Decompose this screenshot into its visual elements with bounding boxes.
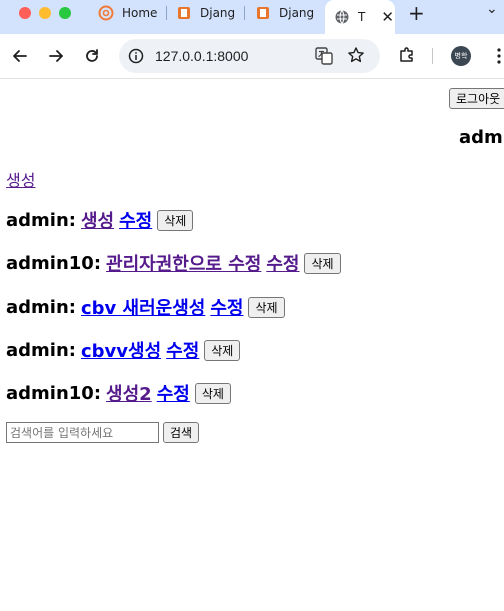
url-text: 127.0.0.1:8000 (155, 48, 249, 64)
tab-separator (244, 6, 245, 20)
post-edit-link[interactable]: 수정 (157, 380, 190, 406)
tab-separator (166, 6, 167, 20)
post-title-link[interactable]: cbv 새러운생성 (81, 294, 205, 320)
username-heading: admin (459, 127, 504, 148)
logout-button[interactable]: 로그아웃 (449, 88, 504, 109)
post-row: admin: cbvv생성 수정 삭제 (6, 337, 241, 363)
tab-home[interactable]: Home (98, 0, 160, 26)
swirl-favicon-icon (98, 5, 114, 21)
toolbar-separator (432, 48, 433, 64)
post-title-link[interactable]: cbvv생성 (81, 337, 161, 363)
post-edit-link[interactable]: 수정 (266, 250, 299, 276)
post-author: admin10: (6, 252, 102, 274)
tab-active[interactable]: T ✕ (325, 0, 395, 34)
post-edit-link[interactable]: 수정 (210, 294, 243, 320)
post-delete-button[interactable]: 삭제 (304, 252, 341, 274)
post-delete-button[interactable]: 삭제 (157, 209, 194, 231)
globe-favicon-icon (335, 10, 349, 24)
reload-icon[interactable] (82, 46, 102, 66)
tab-label: Home (122, 6, 158, 20)
close-tab-icon[interactable]: ✕ (381, 8, 394, 26)
post-edit-link[interactable]: 수정 (166, 337, 199, 363)
create-link[interactable]: 생성 (6, 167, 35, 191)
post-row: admin: 생성 수정 삭제 (6, 207, 194, 233)
minimize-window-button[interactable] (39, 7, 51, 19)
close-window-button[interactable] (19, 7, 31, 19)
tab-label: T (358, 10, 366, 24)
tab-label: Djang (200, 6, 236, 20)
post-edit-link[interactable]: 수정 (119, 207, 152, 233)
post-author: admin: (6, 339, 76, 361)
tab-django-2[interactable]: Djang (255, 0, 317, 26)
book-favicon-icon (178, 7, 190, 19)
extensions-puzzle-icon[interactable] (398, 46, 416, 64)
new-tab-icon[interactable]: + (408, 1, 425, 25)
search-form: 검색 (6, 422, 200, 443)
search-button[interactable]: 검색 (163, 422, 200, 443)
tab-label: Djang (279, 6, 315, 20)
browser-toolbar: 127.0.0.1:8000 (0, 34, 504, 79)
profile-label: 병학 (454, 52, 468, 60)
search-input[interactable] (6, 422, 159, 443)
tab-django-1[interactable]: Djang (176, 0, 238, 26)
page-content: 로그아웃 admin 생성 admin: 생성 수정 삭제 admin10: 관… (0, 80, 504, 611)
post-delete-button[interactable]: 삭제 (194, 382, 231, 404)
bookmark-star-icon[interactable] (347, 46, 365, 64)
post-author: admin10: (6, 382, 102, 404)
post-title-link[interactable]: 관리자권한으로 수정 (106, 250, 261, 276)
post-author: admin: (6, 296, 76, 318)
book-favicon-icon (257, 7, 269, 19)
tab-strip: Home Djang Djang T ✕ + ⌄ (0, 0, 504, 34)
forward-arrow-icon[interactable] (46, 46, 66, 66)
profile-avatar[interactable]: 병학 (451, 46, 471, 66)
post-row: admin10: 생성2 수정 삭제 (6, 380, 231, 406)
maximize-window-button[interactable] (59, 7, 71, 19)
site-info-icon[interactable] (128, 48, 144, 64)
post-row: admin: cbv 새러운생성 수정 삭제 (6, 294, 285, 320)
tab-search-chevron-icon[interactable]: ⌄ (486, 1, 498, 17)
post-row: admin10: 관리자권한으로 수정 수정 삭제 (6, 250, 341, 276)
post-author: admin: (6, 209, 76, 231)
address-bar[interactable]: 127.0.0.1:8000 (119, 39, 380, 73)
back-arrow-icon[interactable] (10, 46, 30, 66)
post-delete-button[interactable]: 삭제 (248, 296, 285, 318)
more-menu-icon[interactable] (494, 46, 504, 66)
translate-icon[interactable] (315, 47, 333, 65)
post-title-link[interactable]: 생성 (81, 207, 114, 233)
post-delete-button[interactable]: 삭제 (204, 339, 241, 361)
post-title-link[interactable]: 생성2 (106, 380, 152, 406)
